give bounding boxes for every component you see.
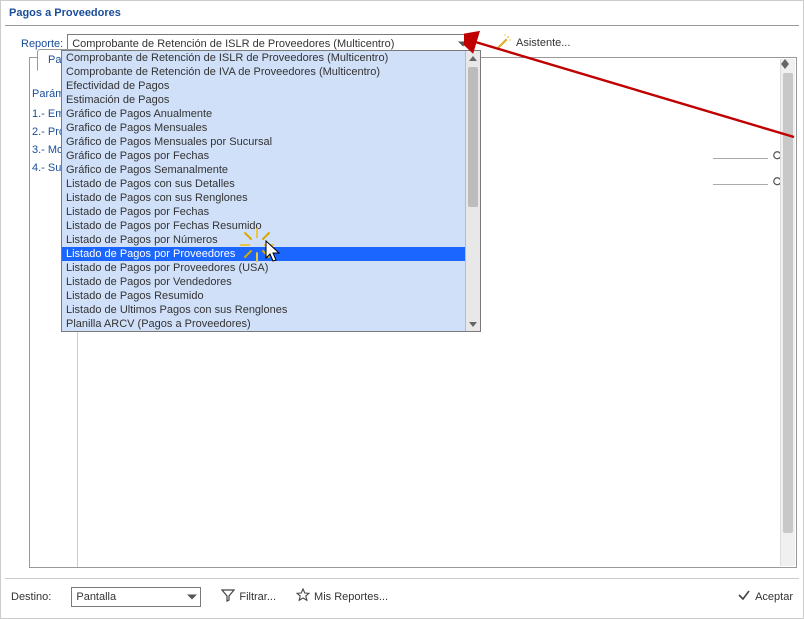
report-dropdown[interactable]: Comprobante de Retención de ISLR de Prov…: [61, 50, 481, 332]
aceptar-label: Aceptar: [755, 591, 793, 603]
scroll-thumb[interactable]: [783, 73, 793, 533]
scroll-down-icon[interactable]: [466, 317, 480, 331]
report-option[interactable]: Planilla ARCV (Pagos a Proveedores): [62, 317, 465, 331]
report-option[interactable]: Estimación de Pagos: [62, 93, 465, 107]
window-title: Pagos a Proveedores: [5, 1, 799, 26]
report-option[interactable]: Listado de Pagos Resumido: [62, 289, 465, 303]
destino-label: Destino:: [11, 591, 51, 603]
report-option[interactable]: Efectividad de Pagos: [62, 79, 465, 93]
filtrar-button[interactable]: Filtrar...: [221, 588, 276, 605]
funnel-icon: [221, 588, 235, 605]
aceptar-button[interactable]: Aceptar: [737, 588, 793, 605]
report-selected-text: Comprobante de Retención de ISLR de Prov…: [72, 38, 394, 50]
report-option[interactable]: Listado de Pagos por Fechas Resumido: [62, 219, 465, 233]
filtrar-label: Filtrar...: [239, 591, 276, 603]
report-option[interactable]: Listado de Pagos con sus Detalles: [62, 177, 465, 191]
search-field-1[interactable]: [713, 158, 768, 159]
asistente-button[interactable]: Asistente...: [496, 33, 570, 52]
report-dropdown-list: Comprobante de Retención de ISLR de Prov…: [62, 51, 465, 331]
destino-selected-text: Pantalla: [76, 591, 116, 603]
report-option[interactable]: Listado de Pagos por Proveedores: [62, 247, 465, 261]
report-option[interactable]: Listado de Pagos por Fechas: [62, 205, 465, 219]
star-icon: [296, 588, 310, 605]
destino-select[interactable]: Pantalla: [71, 587, 201, 607]
mis-reportes-button[interactable]: Mis Reportes...: [296, 588, 388, 605]
dropdown-scrollbar[interactable]: [465, 51, 480, 331]
report-option[interactable]: Gráfico de Pagos Anualmente: [62, 107, 465, 121]
asistente-label: Asistente...: [516, 37, 570, 49]
report-option[interactable]: Listado de Ultimos Pagos con sus Renglon…: [62, 303, 465, 317]
scroll-thumb[interactable]: [468, 67, 478, 207]
report-option[interactable]: Listado de Pagos por Vendedores: [62, 275, 465, 289]
chevron-down-icon: [187, 594, 197, 599]
report-option[interactable]: Listado de Pagos por Números: [62, 233, 465, 247]
search-field-2[interactable]: [713, 184, 768, 185]
report-option[interactable]: Grafico de Pagos Mensuales: [62, 121, 465, 135]
report-option[interactable]: Gráfico de Pagos por Fechas: [62, 149, 465, 163]
report-option[interactable]: Comprobante de Retención de IVA de Prove…: [62, 65, 465, 79]
panel-scrollbar[interactable]: [780, 59, 795, 566]
scroll-down-icon[interactable]: [781, 64, 795, 69]
report-option[interactable]: Gráfico de Pagos Mensuales por Sucursal: [62, 135, 465, 149]
report-option[interactable]: Comprobante de Retención de ISLR de Prov…: [62, 51, 465, 65]
scroll-up-icon[interactable]: [466, 51, 480, 65]
footer-bar: Destino: Pantalla Filtrar... Mis Reporte…: [5, 578, 799, 614]
report-option[interactable]: Listado de Pagos con sus Renglones: [62, 191, 465, 205]
check-icon: [737, 588, 751, 605]
report-option[interactable]: Listado de Pagos por Proveedores (USA): [62, 261, 465, 275]
report-option[interactable]: Gráfico de Pagos Semanalmente: [62, 163, 465, 177]
mis-reportes-label: Mis Reportes...: [314, 591, 388, 603]
chevron-down-icon: [458, 42, 468, 47]
wand-icon: [496, 33, 512, 52]
